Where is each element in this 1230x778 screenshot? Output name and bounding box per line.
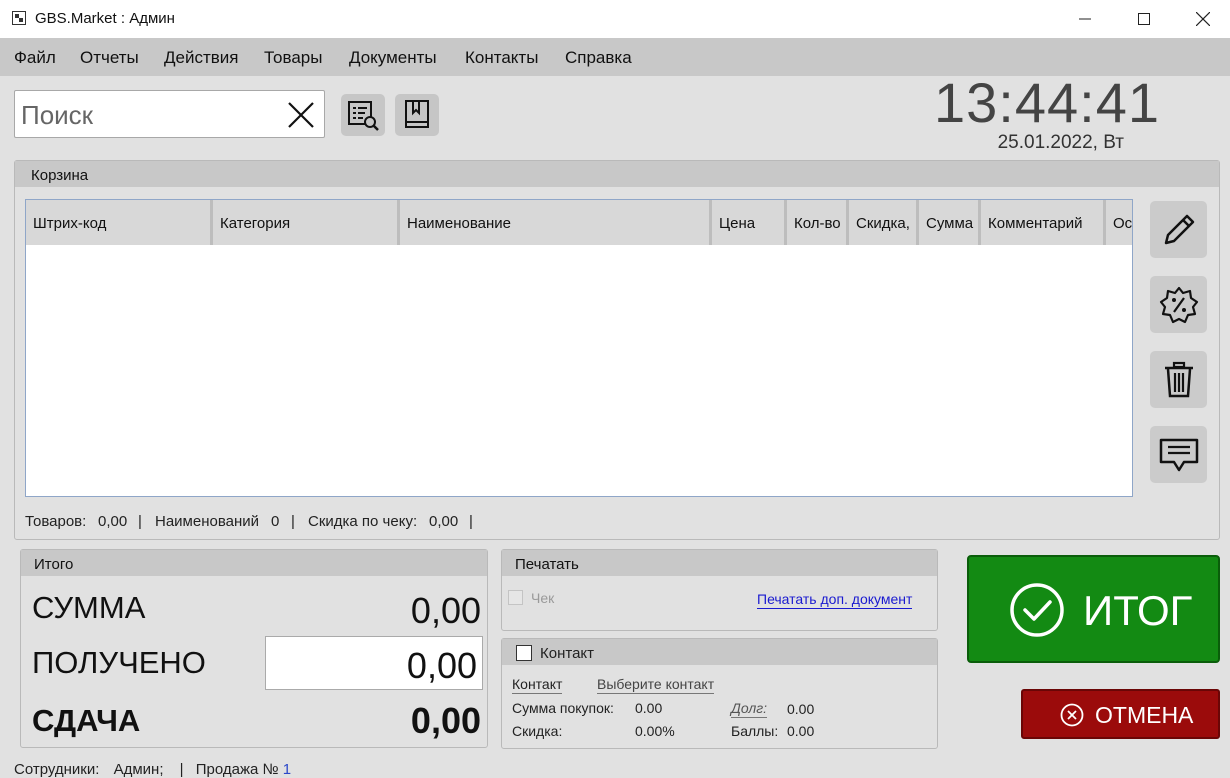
- cancel-button[interactable]: ОТМЕНА: [1021, 689, 1220, 739]
- status-bar: Сотрудники: Админ; | Продажа № 1: [14, 761, 291, 778]
- edit-item-button[interactable]: [1150, 201, 1207, 258]
- totals-panel-header: Итого: [21, 550, 487, 576]
- print-panel-header: Печатать: [502, 550, 937, 576]
- close-window-button[interactable]: [1180, 0, 1226, 38]
- items-value: 0,00: [98, 513, 128, 530]
- maximize-icon: [1138, 13, 1150, 25]
- discount-button[interactable]: [1150, 276, 1207, 333]
- pencil-icon: [1164, 214, 1194, 244]
- menu-contacts[interactable]: Контакты: [465, 48, 538, 68]
- contact-title: Контакт: [540, 645, 595, 662]
- print-title: Печатать: [515, 556, 579, 573]
- contact-discount-value: 0.00%: [635, 723, 675, 739]
- check-discount-value: 0,00: [429, 513, 459, 530]
- change-label: СДАЧА: [32, 703, 141, 738]
- contact-label[interactable]: Контакт: [512, 676, 563, 694]
- clock-date: 25.01.2022, Вт: [997, 132, 1124, 153]
- comment-button[interactable]: [1150, 426, 1207, 483]
- app-icon: [12, 11, 26, 25]
- select-contact-link[interactable]: Выберите контакт: [597, 676, 715, 694]
- product-search-icon: [348, 101, 379, 131]
- clock-time: 13:44:41: [934, 71, 1160, 134]
- points-label: Баллы:: [731, 723, 779, 739]
- catalog-button[interactable]: [395, 94, 439, 136]
- menu-reports[interactable]: Отчеты: [80, 48, 139, 68]
- column-category[interactable]: Категория: [213, 200, 400, 245]
- minimize-icon: [1079, 18, 1091, 20]
- sum-label: СУММА: [32, 590, 146, 625]
- maximize-button[interactable]: [1121, 0, 1167, 38]
- sale-label: Продажа №: [195, 761, 279, 778]
- clear-search-icon: [288, 102, 314, 128]
- close-icon: [1196, 12, 1210, 26]
- column-price[interactable]: Цена: [712, 200, 787, 245]
- received-input[interactable]: 0,00: [265, 636, 483, 690]
- contact-checkbox[interactable]: [516, 645, 532, 661]
- delete-item-button[interactable]: [1150, 351, 1207, 408]
- contact-discount-label: Скидка:: [512, 723, 563, 739]
- purchases-value: 0.00: [635, 700, 663, 716]
- received-label: ПОЛУЧЕНО: [32, 645, 206, 680]
- catalog-book-icon: [405, 100, 429, 128]
- menu-products[interactable]: Товары: [264, 48, 322, 68]
- table-header: Штрих-код Категория Наименование Цена Ко…: [26, 200, 1132, 245]
- menu-actions[interactable]: Действия: [164, 48, 238, 68]
- cart-panel-header: Корзина: [15, 161, 1219, 187]
- product-search-button[interactable]: [341, 94, 385, 136]
- column-discount[interactable]: Скидка,: [849, 200, 919, 245]
- staff-value: Админ;: [113, 761, 164, 778]
- cart-table[interactable]: Штрих-код Категория Наименование Цена Ко…: [25, 199, 1133, 497]
- discount-badge-icon: [1159, 286, 1198, 323]
- staff-label: Сотрудники:: [14, 761, 100, 778]
- menu-help[interactable]: Справка: [565, 48, 632, 68]
- cart-title: Корзина: [31, 167, 89, 184]
- debt-value: 0.00: [787, 701, 815, 717]
- check-print-checkbox[interactable]: [508, 590, 523, 605]
- print-panel: Печатать: [501, 549, 938, 631]
- debt-label[interactable]: Долг:: [731, 700, 768, 718]
- cancel-circle-icon: [1060, 703, 1084, 727]
- summary-separator: |: [469, 513, 473, 530]
- trash-icon: [1164, 361, 1193, 397]
- sum-value: 0,00: [410, 590, 481, 631]
- search-input[interactable]: [19, 97, 278, 133]
- clear-search-button[interactable]: [287, 101, 315, 129]
- column-barcode[interactable]: Штрих-код: [26, 200, 213, 245]
- menu-documents[interactable]: Документы: [349, 48, 437, 68]
- print-extra-document-link[interactable]: Печатать доп. документ: [757, 591, 913, 609]
- summary-separator: |: [291, 513, 295, 530]
- names-label: Наименований: [155, 513, 260, 530]
- items-label: Товаров:: [25, 513, 87, 530]
- status-separator: |: [179, 761, 184, 778]
- names-value: 0: [271, 513, 280, 530]
- check-discount-label: Скидка по чеку:: [308, 513, 418, 530]
- sale-number: 1: [282, 761, 292, 778]
- cancel-label: ОТМЕНА: [1095, 702, 1194, 728]
- purchases-label: Сумма покупок:: [512, 700, 614, 716]
- column-quantity[interactable]: Кол-во: [787, 200, 849, 245]
- title-bar: GBS.Market : Админ: [0, 0, 1230, 38]
- comment-icon: [1159, 438, 1198, 471]
- menu-file[interactable]: Файл: [14, 48, 56, 68]
- column-name[interactable]: Наименование: [400, 200, 712, 245]
- check-print-label: Чек: [531, 590, 555, 606]
- points-value: 0.00: [787, 723, 815, 739]
- itog-button[interactable]: ИТОГ: [967, 555, 1220, 663]
- window-title: GBS.Market : Админ: [35, 10, 175, 27]
- column-remainder[interactable]: Ос: [1106, 200, 1132, 245]
- itog-label: ИТОГ: [1083, 587, 1193, 634]
- summary-separator: |: [138, 513, 142, 530]
- search-box: [14, 90, 325, 138]
- column-comment[interactable]: Комментарий: [981, 200, 1106, 245]
- checkmark-circle-icon: [1010, 583, 1064, 637]
- minimize-button[interactable]: [1062, 0, 1108, 38]
- change-value: 0,00: [410, 700, 481, 741]
- totals-title: Итого: [34, 556, 74, 573]
- column-sum[interactable]: Сумма: [919, 200, 981, 245]
